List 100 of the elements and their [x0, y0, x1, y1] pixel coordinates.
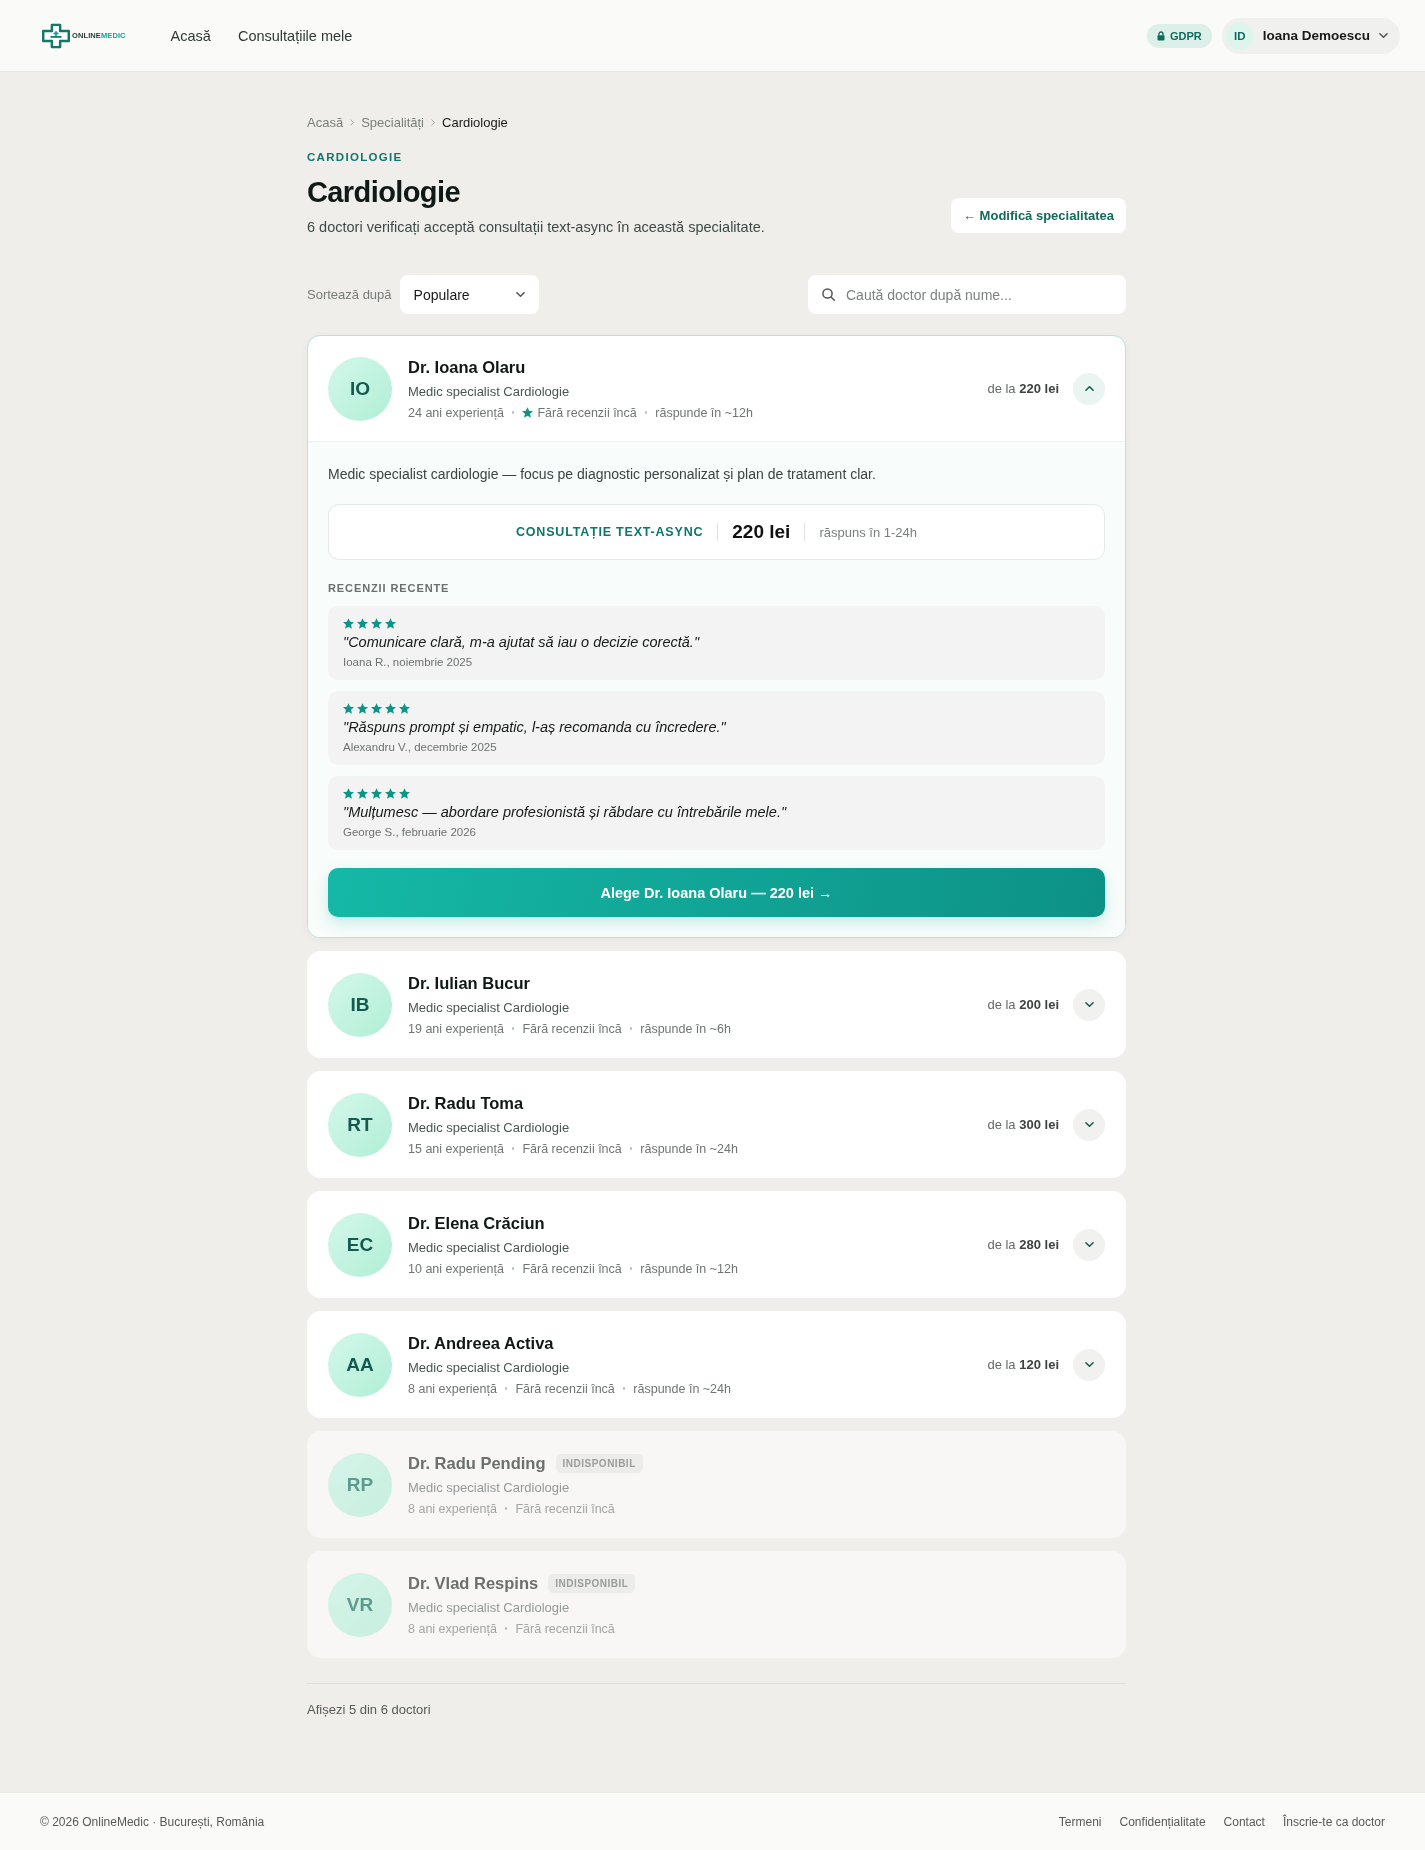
separator-dot-icon [622, 1387, 626, 1390]
star-icon [399, 788, 410, 799]
doctor-specialty: Medic specialist Cardiologie [408, 1479, 571, 1495]
star-icon [385, 788, 396, 799]
doctor-meta: Fără recenzii încă [515, 1501, 615, 1516]
breadcrumb-item[interactable]: Acasă [307, 115, 344, 130]
doctor-specialty: Medic specialist Cardiologie [408, 383, 571, 399]
star-icon [343, 618, 354, 629]
expand-toggle[interactable] [1073, 372, 1105, 405]
doctor-meta: Fără recenzii încă [537, 405, 637, 420]
expand-toggle[interactable] [1073, 1108, 1105, 1141]
lock-icon [1156, 30, 1165, 41]
doctor-avatar: IO [328, 356, 392, 421]
doctor-meta: răspunde în ~12h [655, 405, 753, 420]
star-icon [343, 703, 354, 714]
star-icon [357, 788, 368, 799]
star-icon [385, 618, 396, 629]
doctor-avatar: AA [328, 1332, 392, 1397]
page-title: Cardiologie [307, 176, 461, 209]
doctor-meta: 8 ani experiență [408, 1621, 497, 1636]
doctor-name: Dr. Radu Toma [408, 1093, 524, 1113]
search-field[interactable]: Caută doctor după nume... [808, 275, 1126, 314]
footer-link[interactable]: Termeni [1058, 1814, 1102, 1829]
doctor-specialty: Medic specialist Cardiologie [408, 1119, 571, 1135]
doctor-avatar: IB [328, 972, 392, 1037]
results-count: Afișezi 5 din 6 doctori [307, 1683, 1126, 1717]
section-eyebrow: CARDIOLOGIE [307, 151, 404, 163]
doctor-avatar: VR [328, 1572, 392, 1637]
separator-dot-icon [504, 1387, 508, 1390]
doctor-meta: 24 ani experiență [408, 405, 504, 420]
star-icon [357, 618, 368, 629]
sort-dropdown[interactable]: Populare [399, 275, 539, 314]
separator-dot-icon [644, 411, 648, 414]
user-name: Ioana Demoescu [1262, 28, 1370, 43]
doctor-meta: Fără recenzii încă [515, 1621, 615, 1636]
expand-toggle[interactable] [1073, 1348, 1105, 1381]
copyright-text: © 2026 OnlineMedic · București, România [40, 1814, 265, 1829]
star-icon [343, 788, 354, 799]
doctor-meta: 10 ani experiență [408, 1261, 504, 1276]
price-from: de la 220 lei [987, 381, 1059, 396]
doctor-name: Dr. Vlad Respins [408, 1573, 539, 1593]
doctor-specialty: Medic specialist Cardiologie [408, 1599, 571, 1615]
change-specialty-button[interactable]: ← Modifică specialitatea [951, 198, 1126, 233]
star-icon [371, 703, 382, 714]
price-from: de la 300 lei [987, 1117, 1059, 1132]
breadcrumb-item[interactable]: Specialități [361, 115, 424, 130]
page-subtitle: 6 doctori verificați acceptă consultații text-async în această specialitate. [307, 219, 765, 235]
sort-label: Sortează după [307, 287, 392, 302]
chevron-down-icon [1084, 1002, 1094, 1007]
separator-dot-icon [511, 1267, 515, 1270]
doctor-meta: răspunde în ~24h [640, 1141, 738, 1156]
chevron-down-icon [515, 292, 525, 297]
user-menu[interactable]: ID Ioana Demoescu [1221, 17, 1400, 54]
doctor-description: Medic specialist cardiologie — focus pe diagnostic personalizat și plan de tratament clar. [328, 466, 877, 482]
review-quote: "Răspuns prompt și empatic, l-aș recomanda cu încredere." [343, 719, 727, 735]
doctor-meta: 19 ani experiență [408, 1021, 504, 1036]
gdpr-badge[interactable]: GDPR [1146, 23, 1212, 48]
footer-link[interactable]: Contact [1223, 1814, 1265, 1829]
separator-dot-icon [629, 1027, 633, 1030]
star-icon [399, 703, 410, 714]
separator-dot-icon [511, 411, 515, 414]
breadcrumb-item: Cardiologie [442, 115, 508, 130]
doctor-meta: răspunde în ~12h [640, 1261, 738, 1276]
review-quote: "Mulțumesc — abordare profesionistă și răbdare cu întrebările mele." [343, 804, 788, 820]
separator-dot-icon [511, 1027, 515, 1030]
doctor-specialty: Medic specialist Cardiologie [408, 1239, 571, 1255]
nav-link[interactable]: Acasă [170, 27, 211, 44]
doctor-meta: 8 ani experiență [408, 1501, 497, 1516]
price-from: de la 120 lei [987, 1357, 1059, 1372]
review-author: George S., februarie 2026 [343, 826, 477, 838]
review-quote: "Comunicare clară, m-a ajutat să iau o decizie corectă." [343, 634, 701, 650]
doctor-name: Dr. Radu Pending [408, 1453, 546, 1473]
doctor-meta: Fără recenzii încă [522, 1141, 622, 1156]
expand-toggle[interactable] [1073, 1228, 1105, 1261]
chevron-up-icon [1084, 386, 1094, 391]
doctor-meta: Fără recenzii încă [522, 1021, 622, 1036]
doctor-name: Dr. Iulian Bucur [408, 973, 530, 993]
doctor-avatar: EC [328, 1212, 392, 1277]
doctor-meta: Fără recenzii încă [522, 1261, 622, 1276]
star-icon [357, 703, 368, 714]
expand-toggle[interactable] [1073, 988, 1105, 1021]
star-icon [371, 618, 382, 629]
doctor-meta: Fără recenzii încă [515, 1381, 615, 1396]
status-badge: INDISPONIBIL [548, 1573, 636, 1593]
doctor-specialty: Medic specialist Cardiologie [408, 999, 571, 1015]
chevron-down-icon [1084, 1242, 1094, 1247]
doctor-name: Dr. Ioana Olaru [408, 357, 526, 377]
nav-link[interactable]: Consultațiile mele [237, 27, 353, 44]
medical-cross-icon [42, 22, 70, 49]
footer-link[interactable]: Confidențialitate [1119, 1814, 1206, 1829]
star-icon [385, 703, 396, 714]
doctor-name: Dr. Andreea Activa [408, 1333, 554, 1353]
doctor-meta: răspunde în ~24h [633, 1381, 731, 1396]
review-author: Alexandru V., decembrie 2025 [343, 741, 498, 753]
doctor-meta: 8 ani experiență [408, 1381, 497, 1396]
separator-dot-icon [629, 1267, 633, 1270]
price-from: de la 200 lei [987, 997, 1059, 1012]
doctor-name: Dr. Elena Crăciun [408, 1213, 545, 1233]
footer-link[interactable]: Înscrie-te ca doctor [1282, 1814, 1385, 1829]
doctor-meta: 15 ani experiență [408, 1141, 504, 1156]
